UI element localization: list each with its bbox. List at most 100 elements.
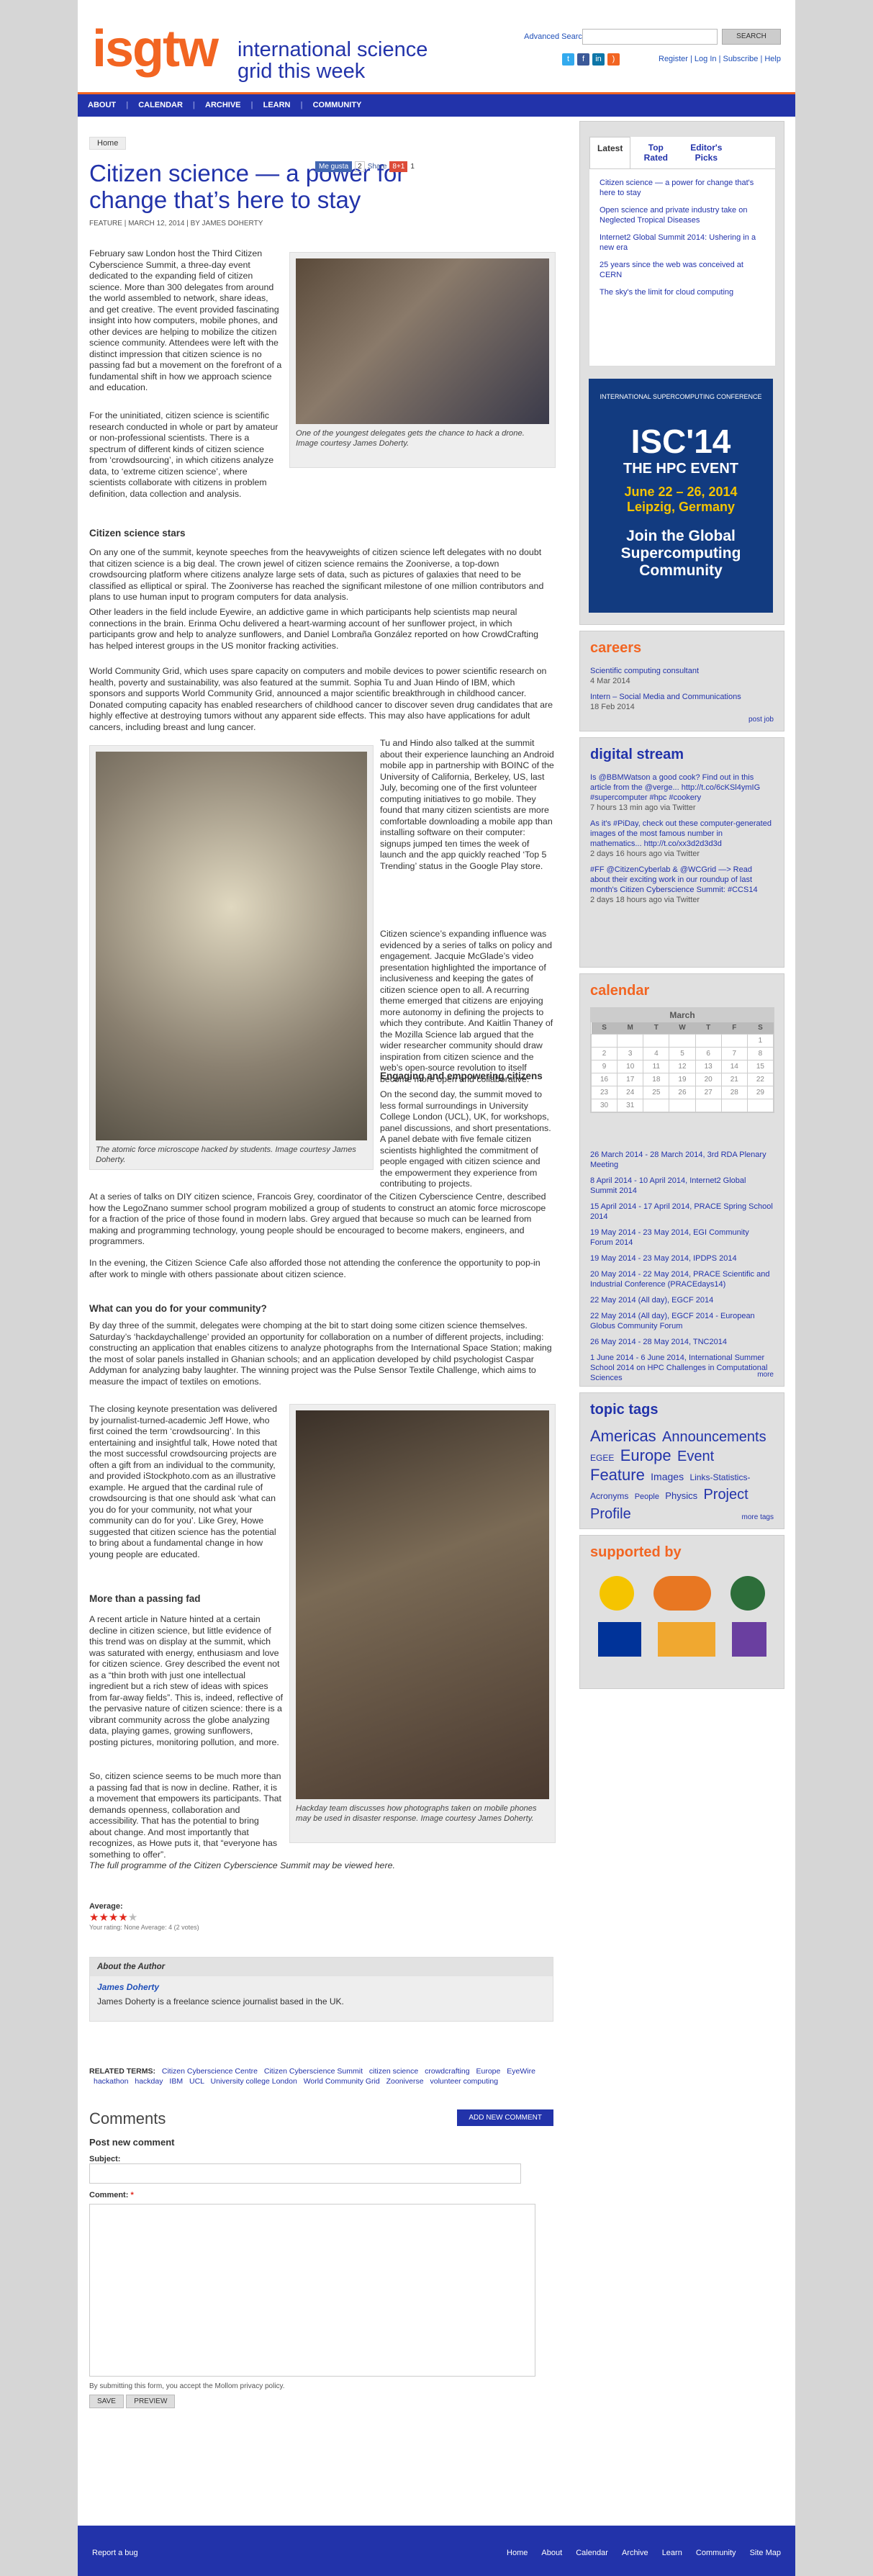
- tag-link[interactable]: Europe: [620, 1446, 671, 1464]
- related-term-link[interactable]: University college London: [211, 2077, 299, 2086]
- calendar-day[interactable]: 27: [695, 1085, 722, 1099]
- breadcrumb[interactable]: Home: [89, 137, 127, 150]
- preview-button[interactable]: PREVIEW: [126, 2395, 176, 2408]
- footer-link-home[interactable]: Home: [507, 2549, 528, 2557]
- calendar-day[interactable]: 12: [669, 1059, 696, 1073]
- calendar-day[interactable]: 10: [617, 1059, 644, 1073]
- tag-link[interactable]: Profile: [590, 1506, 631, 1522]
- account-links[interactable]: Register | Log In | Subscribe | Help: [659, 55, 781, 63]
- more-tags-link[interactable]: more tags: [742, 1513, 774, 1521]
- site-logo[interactable]: isgtw: [92, 23, 219, 75]
- tab-latest[interactable]: Latest: [589, 137, 631, 168]
- comment-textarea[interactable]: [89, 2204, 535, 2377]
- calendar-day[interactable]: 20: [695, 1072, 722, 1086]
- tab-top-rated[interactable]: Top Rated: [630, 137, 681, 168]
- calendar-day[interactable]: 26: [669, 1085, 696, 1099]
- calendar-event[interactable]: 22 May 2014 (All day), EGCF 2014 - Europ…: [590, 1311, 774, 1331]
- calendar-day[interactable]: 18: [643, 1072, 670, 1086]
- post-job-link[interactable]: post job: [748, 716, 774, 724]
- search-input[interactable]: [582, 29, 718, 45]
- nav-learn[interactable]: LEARN: [253, 94, 301, 116]
- career-item[interactable]: Scientific computing consultant: [590, 666, 774, 676]
- calendar-event[interactable]: 19 May 2014 - 23 May 2014, EGI Community…: [590, 1228, 774, 1248]
- calendar-day[interactable]: 28: [720, 1085, 748, 1099]
- related-term-link[interactable]: UCL: [189, 2077, 207, 2086]
- tag-link[interactable]: Physics: [665, 1490, 697, 1501]
- star-rating[interactable]: ★★★★★: [89, 1911, 199, 1924]
- sponsor-logo[interactable]: [657, 1622, 715, 1657]
- latest-item[interactable]: Citizen science — a power for change tha…: [600, 178, 765, 198]
- related-term-link[interactable]: EyeWire: [507, 2067, 535, 2076]
- calendar-day[interactable]: 9: [590, 1059, 618, 1073]
- related-term-link[interactable]: World Community Grid: [304, 2077, 382, 2086]
- sponsor-logo[interactable]: [653, 1576, 711, 1611]
- related-term-link[interactable]: Europe: [476, 2067, 502, 2076]
- calendar-event[interactable]: 19 May 2014 - 23 May 2014, IPDPS 2014: [590, 1253, 774, 1264]
- calendar-day[interactable]: 15: [746, 1059, 774, 1073]
- subject-input[interactable]: [89, 2163, 521, 2184]
- calendar-day[interactable]: 13: [695, 1059, 722, 1073]
- related-term-link[interactable]: Citizen Cyberscience Centre: [162, 2067, 260, 2076]
- like-button[interactable]: Me gusta: [315, 161, 353, 172]
- sponsor-logo[interactable]: [600, 1576, 635, 1611]
- footer-link-about[interactable]: About: [541, 2549, 562, 2557]
- calendar-day[interactable]: 8: [746, 1046, 774, 1060]
- footer-link-learn[interactable]: Learn: [662, 2549, 682, 2557]
- tag-link[interactable]: Event: [677, 1449, 714, 1464]
- calendar-day[interactable]: 3: [617, 1046, 644, 1060]
- calendar-day[interactable]: 22: [746, 1072, 774, 1086]
- calendar-day[interactable]: 16: [590, 1072, 618, 1086]
- google-plus-button[interactable]: 8+1: [389, 161, 408, 172]
- calendar-day[interactable]: 6: [695, 1046, 722, 1060]
- related-term-link[interactable]: volunteer computing: [430, 2077, 498, 2086]
- calendar-event[interactable]: 22 May 2014 (All day), EGCF 2014: [590, 1295, 774, 1305]
- calendar-event[interactable]: 26 March 2014 - 28 March 2014, 3rd RDA P…: [590, 1150, 774, 1170]
- related-term-link[interactable]: hackday: [135, 2077, 165, 2086]
- stream-item[interactable]: Is @BBMWatson a good cook? Find out in t…: [590, 773, 774, 803]
- eu-flag-logo[interactable]: [598, 1622, 642, 1657]
- tag-link[interactable]: Project: [703, 1487, 748, 1503]
- calendar-day[interactable]: 5: [669, 1046, 696, 1060]
- related-term-link[interactable]: Zooniverse: [386, 2077, 426, 2086]
- calendar-day[interactable]: 31: [617, 1098, 644, 1112]
- calendar-day[interactable]: 7: [720, 1046, 748, 1060]
- tab-editors-picks[interactable]: Editor's Picks: [681, 137, 731, 168]
- calendar-day[interactable]: 24: [617, 1085, 644, 1099]
- stream-item[interactable]: #FF @CitizenCyberlab & @WCGrid —> Read a…: [590, 865, 774, 895]
- calendar-day[interactable]: 25: [643, 1085, 670, 1099]
- footer-link-archive[interactable]: Archive: [622, 2549, 648, 2557]
- tag-link[interactable]: Links-Statistics-: [689, 1472, 750, 1482]
- sponsor-logo[interactable]: [731, 1622, 766, 1657]
- calendar-event[interactable]: 1 June 2014 - 6 June 2014, International…: [590, 1353, 774, 1383]
- share-button[interactable]: Share: [368, 163, 387, 171]
- star-icon[interactable]: ★: [99, 1911, 108, 1924]
- star-icon[interactable]: ★: [128, 1911, 137, 1924]
- calendar-day[interactable]: 21: [720, 1072, 748, 1086]
- tag-link[interactable]: People: [635, 1492, 659, 1501]
- twitter-icon[interactable]: t: [562, 53, 574, 66]
- nav-about[interactable]: ABOUT: [78, 94, 126, 116]
- calendar-day[interactable]: 11: [643, 1059, 670, 1073]
- career-item[interactable]: Intern – Social Media and Communications: [590, 692, 774, 702]
- author-name[interactable]: James Doherty: [90, 1976, 553, 1994]
- calendar-day[interactable]: 17: [617, 1072, 644, 1086]
- report-bug-link[interactable]: Report a bug: [92, 2549, 138, 2557]
- nav-community[interactable]: COMMUNITY: [303, 94, 372, 116]
- rss-icon[interactable]: ): [607, 53, 620, 66]
- calendar-day[interactable]: 30: [590, 1098, 618, 1112]
- calendar-day[interactable]: 1: [746, 1033, 774, 1048]
- sponsor-logo[interactable]: [730, 1576, 765, 1611]
- latest-item[interactable]: The sky's the limit for cloud computing: [600, 287, 765, 297]
- calendar-day[interactable]: 4: [643, 1046, 670, 1060]
- advanced-search-link[interactable]: Advanced Search: [524, 32, 587, 41]
- calendar-event[interactable]: 26 May 2014 - 28 May 2014, TNC2014: [590, 1337, 774, 1347]
- tag-link[interactable]: Americas: [590, 1427, 656, 1445]
- tag-link[interactable]: Feature: [590, 1466, 645, 1484]
- nav-calendar[interactable]: CALENDAR: [128, 94, 193, 116]
- footer-link-sitemap[interactable]: Site Map: [750, 2549, 781, 2557]
- facebook-icon[interactable]: f: [577, 53, 589, 66]
- latest-item[interactable]: Open science and private industry take o…: [600, 205, 765, 225]
- tag-link[interactable]: Acronyms: [590, 1491, 628, 1501]
- related-term-link[interactable]: citizen science: [369, 2067, 420, 2076]
- calendar-event[interactable]: 8 April 2014 - 10 April 2014, Internet2 …: [590, 1176, 774, 1196]
